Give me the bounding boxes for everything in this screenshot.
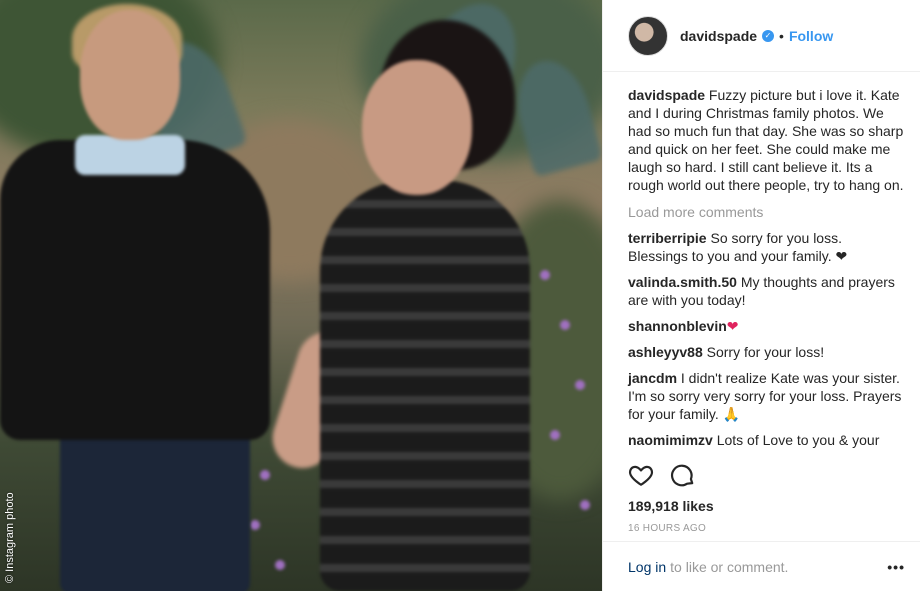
man-head bbox=[80, 10, 180, 140]
photo-credit: © Instagram photo bbox=[4, 492, 16, 583]
comment-bubble-icon[interactable] bbox=[670, 462, 696, 488]
login-prompt-text: to like or comment. bbox=[670, 558, 789, 575]
comment-item: ashleyyv88 Sorry for your loss! bbox=[628, 343, 904, 361]
man-body bbox=[0, 140, 270, 440]
load-more-comments-button[interactable]: Load more comments bbox=[628, 203, 904, 221]
comment-username[interactable]: jancdm bbox=[628, 370, 677, 386]
post-actions bbox=[628, 462, 696, 488]
comment-item: naomimimzv Lots of Love to you & your bbox=[628, 431, 904, 449]
woman-dress bbox=[320, 180, 530, 591]
comments-list[interactable]: davidspade Fuzzy picture but i love it. … bbox=[603, 72, 920, 450]
comment-username[interactable]: shannonblevin bbox=[628, 318, 727, 334]
header-username[interactable]: davidspade bbox=[680, 28, 757, 44]
comment-item: jancdm I didn't realize Kate was your si… bbox=[628, 369, 904, 423]
follow-button[interactable]: Follow bbox=[789, 28, 833, 44]
comment-text: Sorry for your loss! bbox=[706, 344, 825, 360]
post-header: davidspade ✓ • Follow bbox=[603, 0, 920, 72]
post-photo[interactable]: © Instagram photo bbox=[0, 0, 602, 591]
comment-username[interactable]: terriberripie bbox=[628, 230, 707, 246]
caption: davidspade Fuzzy picture but i love it. … bbox=[628, 86, 904, 194]
man-collar bbox=[75, 135, 185, 175]
comment-username[interactable]: ashleyyv88 bbox=[628, 344, 703, 360]
verified-badge-icon: ✓ bbox=[762, 29, 775, 42]
more-options-button[interactable]: ••• bbox=[887, 559, 905, 575]
comment-username[interactable]: valinda.smith.50 bbox=[628, 274, 737, 290]
comment-item: valinda.smith.50 My thoughts and prayers… bbox=[628, 273, 904, 309]
login-footer: Log in to like or comment. ••• bbox=[603, 541, 920, 591]
avatar[interactable] bbox=[628, 15, 668, 56]
header-separator: • bbox=[779, 27, 784, 44]
comment-item: shannonblevin❤ bbox=[628, 317, 904, 335]
comment-username[interactable]: naomimimzv bbox=[628, 432, 713, 448]
heart-icon[interactable] bbox=[628, 462, 654, 488]
comment-text: ❤ bbox=[726, 318, 739, 334]
woman-head bbox=[362, 60, 472, 195]
post-timestamp[interactable]: 16 HOURS AGO bbox=[628, 523, 706, 534]
comment-item: terriberripie So sorry for you loss. Ble… bbox=[628, 229, 904, 265]
login-link[interactable]: Log in bbox=[628, 559, 666, 575]
comment-text: Lots of Love to you & your bbox=[716, 432, 880, 448]
post-side-panel: davidspade ✓ • Follow davidspade Fuzzy p… bbox=[602, 0, 920, 591]
caption-username[interactable]: davidspade bbox=[628, 87, 705, 103]
likes-count[interactable]: 189,918 likes bbox=[628, 498, 714, 514]
